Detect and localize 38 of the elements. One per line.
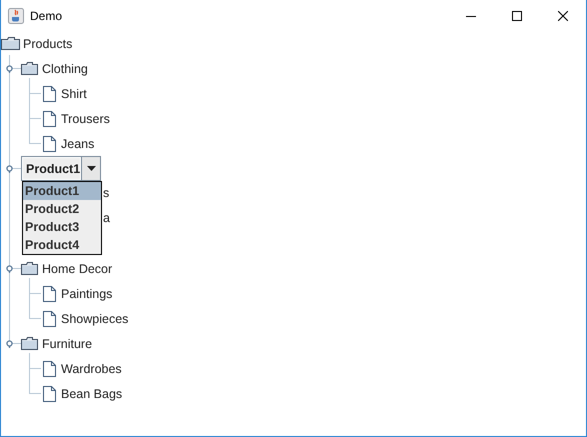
tree-node-label[interactable]: Furniture xyxy=(42,336,92,350)
expand-handle-icon[interactable] xyxy=(5,264,14,273)
tree-leaf-label[interactable]: Trousers xyxy=(61,112,110,126)
document-icon xyxy=(43,110,56,126)
folder-icon xyxy=(21,337,38,350)
document-icon xyxy=(43,386,56,402)
tree-leaf-label[interactable]: Wardrobes xyxy=(61,362,122,376)
dropdown-option[interactable]: Product2 xyxy=(23,200,101,218)
tree-leaf-label[interactable]: a xyxy=(103,206,110,231)
expand-handle-icon[interactable] xyxy=(5,339,14,348)
tree-node-label[interactable]: Products xyxy=(23,36,72,50)
maximize-icon xyxy=(512,10,522,20)
tree-leaf-label[interactable]: Showpieces xyxy=(61,312,128,326)
tree-node-label[interactable]: Clothing xyxy=(42,62,88,76)
dropdown-option[interactable]: Product3 xyxy=(23,218,101,236)
close-icon xyxy=(558,10,568,20)
caret-icon xyxy=(86,166,96,171)
expand-handle-icon[interactable] xyxy=(5,164,14,173)
document-icon xyxy=(43,136,56,152)
document-icon xyxy=(43,286,56,302)
tree-leaf-label[interactable]: Paintings xyxy=(61,286,112,300)
folder-icon xyxy=(21,62,38,75)
folder-icon xyxy=(1,37,20,50)
document-icon xyxy=(43,86,56,102)
document-icon xyxy=(43,310,56,326)
expand-handle-icon[interactable] xyxy=(5,64,14,73)
tree-leaf-label[interactable]: Bean Bags xyxy=(61,386,122,400)
dropdown-option[interactable]: Product1 xyxy=(23,182,101,200)
product-combo-box[interactable]: Product1 xyxy=(21,156,101,181)
tree-node-label[interactable]: Home Decor xyxy=(42,262,112,276)
document-icon xyxy=(43,360,56,376)
tree-leaf-label[interactable]: Jeans xyxy=(61,136,94,150)
folder-icon xyxy=(21,262,38,275)
dropdown-option[interactable]: Product4 xyxy=(23,236,101,254)
window-title: Demo xyxy=(30,8,62,22)
tree-leaf-label[interactable]: Shirt xyxy=(61,86,87,100)
coffee-cup-icon xyxy=(8,8,24,24)
tree-leaf-label[interactable]: s xyxy=(103,181,110,206)
